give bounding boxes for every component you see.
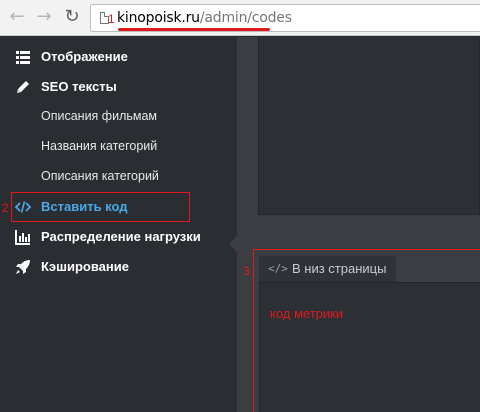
pencil-icon: [15, 79, 31, 95]
url-path: /admin/codes: [199, 10, 292, 26]
list-icon: [15, 49, 31, 65]
url-text[interactable]: kinopoisk.ru/admin/codes: [117, 10, 292, 26]
sidebar-item-label: Отображение: [41, 49, 128, 64]
code-panel-top[interactable]: [258, 37, 480, 215]
sidebar-item-load-distribution[interactable]: Распределение нагрузки: [0, 222, 237, 252]
code-icon: </>: [268, 262, 288, 275]
browser-toolbar: ← → ↻ 1 kinopoisk.ru/admin/codes: [0, 0, 480, 36]
url-host: kinopoisk.ru: [117, 10, 200, 26]
rocket-icon: [15, 259, 31, 275]
annotation-3: 3: [243, 264, 250, 278]
sidebar-item-category-descriptions[interactable]: Описания категорий: [0, 162, 237, 192]
annotation-2: 2: [2, 201, 9, 215]
forward-button[interactable]: →: [32, 5, 56, 29]
code-text: код метрики: [270, 306, 344, 321]
main-content: 3 </> В низ страницы код метрики: [237, 37, 480, 412]
sidebar-item-label: SEO тексты: [41, 79, 117, 94]
tab-page-bottom[interactable]: </> В низ страницы: [259, 256, 396, 282]
annotation-1: 1: [108, 12, 115, 26]
code-editor-bottom[interactable]: код метрики: [259, 282, 480, 412]
url-underline-annotation: [118, 28, 270, 31]
back-button[interactable]: ←: [5, 5, 29, 29]
tab-label: В низ страницы: [292, 261, 387, 276]
reload-button[interactable]: ↻: [60, 5, 84, 29]
sidebar-item-display[interactable]: Отображение: [0, 42, 237, 72]
sidebar-item-caching[interactable]: Кэширование: [0, 252, 237, 282]
active-item-annotation-box: [11, 192, 190, 222]
sidebar-item-film-descriptions[interactable]: Описания фильмам: [0, 102, 237, 132]
bar-chart-icon: [15, 229, 31, 245]
sidebar-item-label: Распределение нагрузки: [41, 229, 201, 244]
sidebar-item-category-names[interactable]: Названия категорий: [0, 132, 237, 162]
active-pointer-caret: [229, 236, 237, 252]
sidebar-item-label: Кэширование: [41, 259, 129, 274]
sidebar: Отображение SEO тексты Описания фильмам …: [0, 37, 237, 412]
sidebar-item-label: Описания фильмам: [41, 109, 158, 123]
sidebar-item-label: Названия категорий: [41, 139, 158, 153]
sidebar-item-seo-texts[interactable]: SEO тексты: [0, 72, 237, 102]
address-bar[interactable]: 1 kinopoisk.ru/admin/codes: [90, 4, 480, 32]
sidebar-item-label: Описания категорий: [41, 169, 159, 183]
